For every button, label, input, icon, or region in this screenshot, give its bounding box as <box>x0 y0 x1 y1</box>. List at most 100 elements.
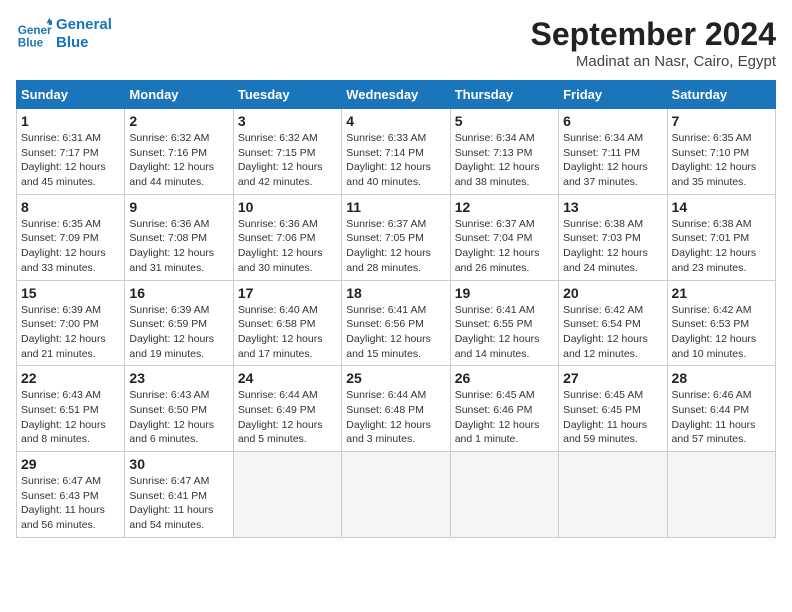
day-info: Sunrise: 6:44 AM Sunset: 6:48 PM Dayligh… <box>346 388 445 447</box>
calendar-day-cell: 15 Sunrise: 6:39 AM Sunset: 7:00 PM Dayl… <box>17 280 125 366</box>
day-info: Sunrise: 6:43 AM Sunset: 6:51 PM Dayligh… <box>21 388 120 447</box>
day-number: 25 <box>346 370 445 386</box>
day-number: 15 <box>21 285 120 301</box>
day-info: Sunrise: 6:46 AM Sunset: 6:44 PM Dayligh… <box>672 388 771 447</box>
calendar-day-cell: 4 Sunrise: 6:33 AM Sunset: 7:14 PM Dayli… <box>342 109 450 195</box>
day-number: 3 <box>238 113 337 129</box>
calendar-week-row: 8 Sunrise: 6:35 AM Sunset: 7:09 PM Dayli… <box>17 194 776 280</box>
day-number: 16 <box>129 285 228 301</box>
calendar-day-cell: 23 Sunrise: 6:43 AM Sunset: 6:50 PM Dayl… <box>125 366 233 452</box>
day-number: 28 <box>672 370 771 386</box>
title-area: September 2024 Madinat an Nasr, Cairo, E… <box>531 16 776 70</box>
calendar-day-cell <box>667 452 775 538</box>
day-number: 10 <box>238 199 337 215</box>
month-title: September 2024 <box>531 16 776 53</box>
day-info: Sunrise: 6:32 AM Sunset: 7:16 PM Dayligh… <box>129 131 228 190</box>
location-subtitle: Madinat an Nasr, Cairo, Egypt <box>531 53 776 70</box>
calendar-day-cell: 2 Sunrise: 6:32 AM Sunset: 7:16 PM Dayli… <box>125 109 233 195</box>
calendar-day-cell: 9 Sunrise: 6:36 AM Sunset: 7:08 PM Dayli… <box>125 194 233 280</box>
day-number: 9 <box>129 199 228 215</box>
day-number: 20 <box>563 285 662 301</box>
day-info: Sunrise: 6:42 AM Sunset: 6:54 PM Dayligh… <box>563 303 662 362</box>
day-number: 23 <box>129 370 228 386</box>
calendar-day-cell: 7 Sunrise: 6:35 AM Sunset: 7:10 PM Dayli… <box>667 109 775 195</box>
weekday-header-row: SundayMondayTuesdayWednesdayThursdayFrid… <box>17 81 776 109</box>
logo-icon: General Blue <box>16 16 52 52</box>
calendar-day-cell <box>233 452 341 538</box>
logo-general: General <box>56 16 112 34</box>
day-info: Sunrise: 6:42 AM Sunset: 6:53 PM Dayligh… <box>672 303 771 362</box>
calendar-day-cell: 27 Sunrise: 6:45 AM Sunset: 6:45 PM Dayl… <box>559 366 667 452</box>
day-number: 1 <box>21 113 120 129</box>
calendar-day-cell: 11 Sunrise: 6:37 AM Sunset: 7:05 PM Dayl… <box>342 194 450 280</box>
day-info: Sunrise: 6:44 AM Sunset: 6:49 PM Dayligh… <box>238 388 337 447</box>
day-number: 19 <box>455 285 554 301</box>
calendar-day-cell: 20 Sunrise: 6:42 AM Sunset: 6:54 PM Dayl… <box>559 280 667 366</box>
day-info: Sunrise: 6:43 AM Sunset: 6:50 PM Dayligh… <box>129 388 228 447</box>
calendar-day-cell: 29 Sunrise: 6:47 AM Sunset: 6:43 PM Dayl… <box>17 452 125 538</box>
day-info: Sunrise: 6:38 AM Sunset: 7:01 PM Dayligh… <box>672 217 771 276</box>
day-number: 8 <box>21 199 120 215</box>
day-number: 29 <box>21 456 120 472</box>
calendar-day-cell: 3 Sunrise: 6:32 AM Sunset: 7:15 PM Dayli… <box>233 109 341 195</box>
svg-text:General: General <box>18 24 52 37</box>
day-info: Sunrise: 6:37 AM Sunset: 7:05 PM Dayligh… <box>346 217 445 276</box>
day-number: 27 <box>563 370 662 386</box>
day-info: Sunrise: 6:38 AM Sunset: 7:03 PM Dayligh… <box>563 217 662 276</box>
day-number: 13 <box>563 199 662 215</box>
day-number: 24 <box>238 370 337 386</box>
day-info: Sunrise: 6:35 AM Sunset: 7:09 PM Dayligh… <box>21 217 120 276</box>
calendar-day-cell: 12 Sunrise: 6:37 AM Sunset: 7:04 PM Dayl… <box>450 194 558 280</box>
calendar-day-cell: 28 Sunrise: 6:46 AM Sunset: 6:44 PM Dayl… <box>667 366 775 452</box>
day-number: 18 <box>346 285 445 301</box>
calendar-day-cell: 6 Sunrise: 6:34 AM Sunset: 7:11 PM Dayli… <box>559 109 667 195</box>
day-info: Sunrise: 6:33 AM Sunset: 7:14 PM Dayligh… <box>346 131 445 190</box>
calendar-body: 1 Sunrise: 6:31 AM Sunset: 7:17 PM Dayli… <box>17 109 776 538</box>
day-number: 12 <box>455 199 554 215</box>
weekday-header-cell: Monday <box>125 81 233 109</box>
calendar-week-row: 22 Sunrise: 6:43 AM Sunset: 6:51 PM Dayl… <box>17 366 776 452</box>
day-info: Sunrise: 6:34 AM Sunset: 7:11 PM Dayligh… <box>563 131 662 190</box>
calendar-day-cell <box>450 452 558 538</box>
calendar-week-row: 29 Sunrise: 6:47 AM Sunset: 6:43 PM Dayl… <box>17 452 776 538</box>
calendar-day-cell: 14 Sunrise: 6:38 AM Sunset: 7:01 PM Dayl… <box>667 194 775 280</box>
weekday-header-cell: Friday <box>559 81 667 109</box>
weekday-header-cell: Wednesday <box>342 81 450 109</box>
day-info: Sunrise: 6:37 AM Sunset: 7:04 PM Dayligh… <box>455 217 554 276</box>
weekday-header-cell: Saturday <box>667 81 775 109</box>
logo: General Blue General Blue <box>16 16 112 52</box>
calendar-day-cell: 18 Sunrise: 6:41 AM Sunset: 6:56 PM Dayl… <box>342 280 450 366</box>
day-info: Sunrise: 6:35 AM Sunset: 7:10 PM Dayligh… <box>672 131 771 190</box>
day-number: 6 <box>563 113 662 129</box>
calendar-day-cell: 25 Sunrise: 6:44 AM Sunset: 6:48 PM Dayl… <box>342 366 450 452</box>
day-number: 11 <box>346 199 445 215</box>
day-info: Sunrise: 6:45 AM Sunset: 6:45 PM Dayligh… <box>563 388 662 447</box>
day-info: Sunrise: 6:36 AM Sunset: 7:08 PM Dayligh… <box>129 217 228 276</box>
day-info: Sunrise: 6:31 AM Sunset: 7:17 PM Dayligh… <box>21 131 120 190</box>
calendar-week-row: 1 Sunrise: 6:31 AM Sunset: 7:17 PM Dayli… <box>17 109 776 195</box>
day-number: 30 <box>129 456 228 472</box>
calendar-day-cell: 8 Sunrise: 6:35 AM Sunset: 7:09 PM Dayli… <box>17 194 125 280</box>
day-number: 26 <box>455 370 554 386</box>
calendar-day-cell: 22 Sunrise: 6:43 AM Sunset: 6:51 PM Dayl… <box>17 366 125 452</box>
calendar-day-cell: 1 Sunrise: 6:31 AM Sunset: 7:17 PM Dayli… <box>17 109 125 195</box>
calendar-day-cell: 13 Sunrise: 6:38 AM Sunset: 7:03 PM Dayl… <box>559 194 667 280</box>
day-number: 4 <box>346 113 445 129</box>
calendar-day-cell: 5 Sunrise: 6:34 AM Sunset: 7:13 PM Dayli… <box>450 109 558 195</box>
day-number: 14 <box>672 199 771 215</box>
calendar-day-cell: 26 Sunrise: 6:45 AM Sunset: 6:46 PM Dayl… <box>450 366 558 452</box>
calendar: SundayMondayTuesdayWednesdayThursdayFrid… <box>16 80 776 538</box>
day-number: 21 <box>672 285 771 301</box>
calendar-day-cell: 10 Sunrise: 6:36 AM Sunset: 7:06 PM Dayl… <box>233 194 341 280</box>
calendar-day-cell: 19 Sunrise: 6:41 AM Sunset: 6:55 PM Dayl… <box>450 280 558 366</box>
calendar-day-cell: 17 Sunrise: 6:40 AM Sunset: 6:58 PM Dayl… <box>233 280 341 366</box>
day-info: Sunrise: 6:47 AM Sunset: 6:43 PM Dayligh… <box>21 474 120 533</box>
calendar-day-cell: 16 Sunrise: 6:39 AM Sunset: 6:59 PM Dayl… <box>125 280 233 366</box>
calendar-day-cell: 30 Sunrise: 6:47 AM Sunset: 6:41 PM Dayl… <box>125 452 233 538</box>
weekday-header-cell: Sunday <box>17 81 125 109</box>
logo-blue: Blue <box>56 34 112 52</box>
day-number: 2 <box>129 113 228 129</box>
day-info: Sunrise: 6:34 AM Sunset: 7:13 PM Dayligh… <box>455 131 554 190</box>
calendar-day-cell <box>342 452 450 538</box>
day-info: Sunrise: 6:41 AM Sunset: 6:55 PM Dayligh… <box>455 303 554 362</box>
